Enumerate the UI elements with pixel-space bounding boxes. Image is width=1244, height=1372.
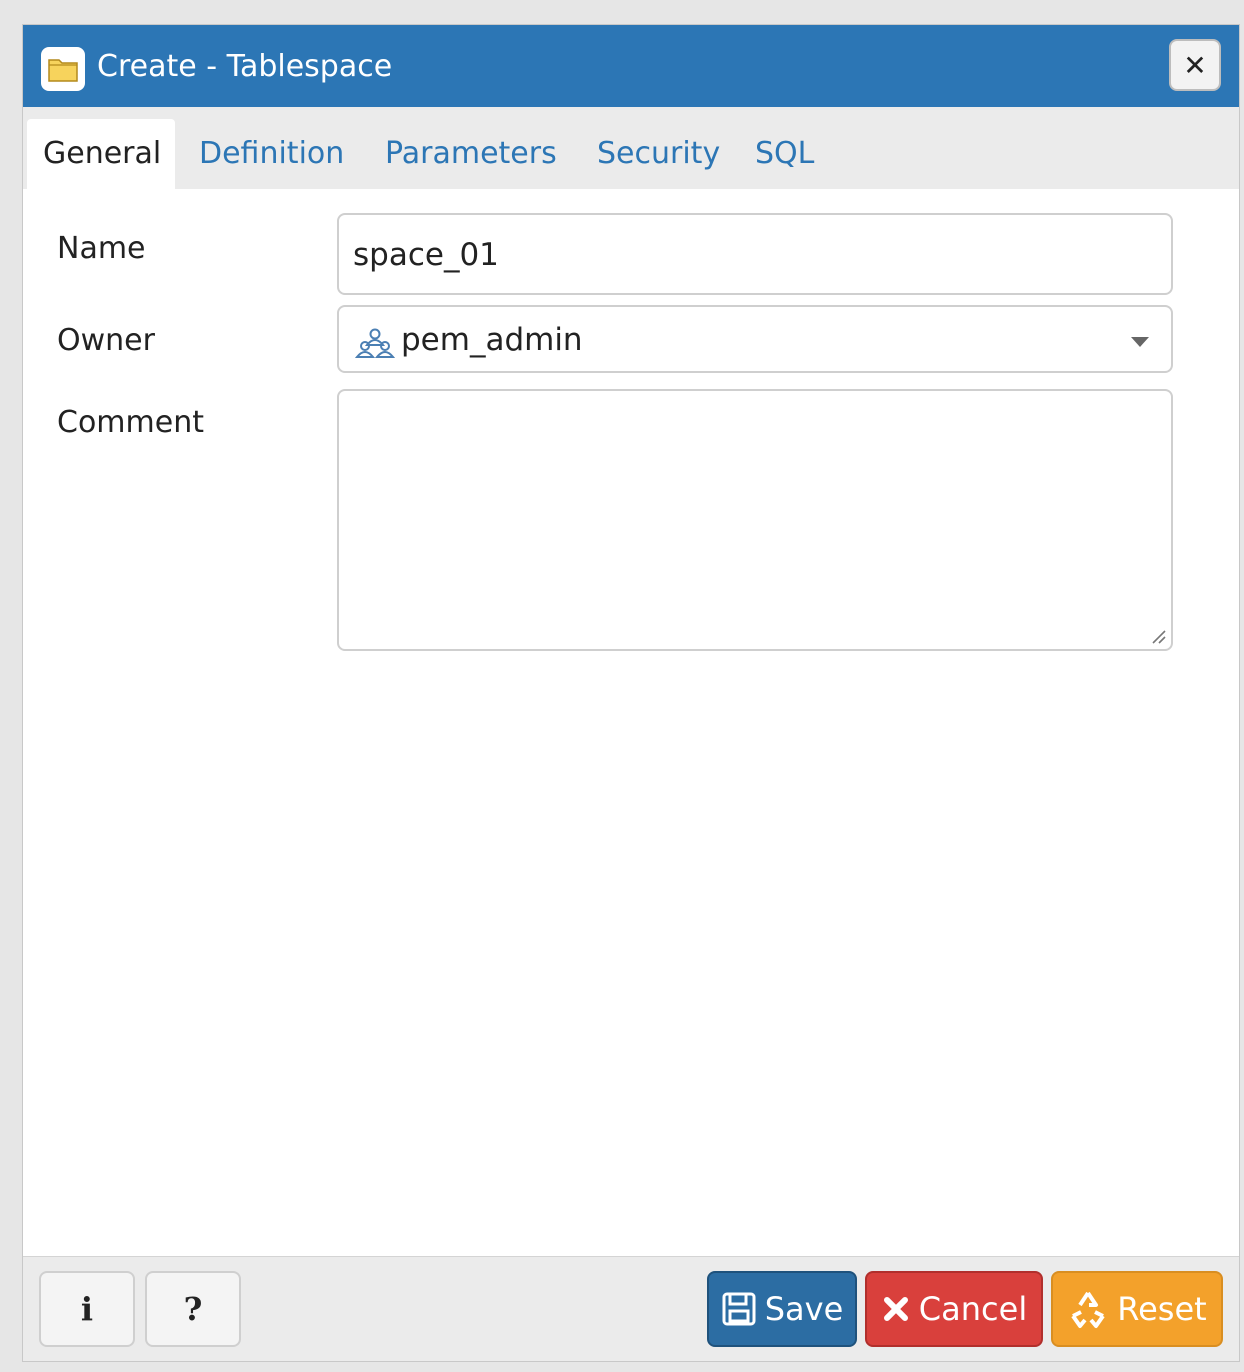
resize-handle-icon[interactable] xyxy=(1147,625,1167,645)
chevron-down-icon[interactable] xyxy=(1131,337,1149,347)
comment-label: Comment xyxy=(57,405,204,440)
name-input[interactable]: space_01 xyxy=(337,213,1173,295)
save-label: Save xyxy=(764,1290,844,1328)
close-icon xyxy=(881,1294,911,1324)
recycle-icon xyxy=(1067,1288,1109,1330)
help-icon: ? xyxy=(183,1290,203,1328)
owner-label: Owner xyxy=(57,323,155,358)
owner-value: pem_admin xyxy=(401,322,583,358)
close-icon: ✕ xyxy=(1183,48,1207,82)
dialog-title: Create - Tablespace xyxy=(97,49,393,84)
close-button[interactable]: ✕ xyxy=(1169,39,1221,91)
tab-parameters[interactable]: Parameters xyxy=(369,119,573,189)
tab-general[interactable]: General xyxy=(27,119,175,189)
help-button[interactable]: ? xyxy=(145,1271,241,1347)
name-value: space_01 xyxy=(353,237,499,273)
reset-button[interactable]: Reset xyxy=(1051,1271,1223,1347)
tab-bar: General Definition Parameters Security S… xyxy=(23,107,1239,189)
info-button[interactable]: i xyxy=(39,1271,135,1347)
owner-select[interactable]: pem_admin xyxy=(337,305,1173,373)
save-button[interactable]: Save xyxy=(707,1271,857,1347)
comment-textarea[interactable] xyxy=(337,389,1173,651)
reset-label: Reset xyxy=(1117,1290,1207,1328)
folder-icon xyxy=(41,47,85,91)
dialog-titlebar[interactable]: Create - Tablespace ✕ xyxy=(23,25,1239,107)
group-role-icon xyxy=(353,327,397,363)
info-icon: i xyxy=(80,1290,94,1328)
tab-definition[interactable]: Definition xyxy=(183,119,360,189)
tab-security[interactable]: Security xyxy=(581,119,736,189)
dialog-footer: i ? Save Cancel Reset xyxy=(23,1256,1239,1361)
name-label: Name xyxy=(57,231,146,266)
floppy-disk-icon xyxy=(721,1291,757,1327)
create-tablespace-dialog: Create - Tablespace ✕ General Definition… xyxy=(22,24,1240,1362)
cancel-label: Cancel xyxy=(918,1290,1028,1328)
cancel-button[interactable]: Cancel xyxy=(865,1271,1043,1347)
tab-sql[interactable]: SQL xyxy=(739,119,830,189)
